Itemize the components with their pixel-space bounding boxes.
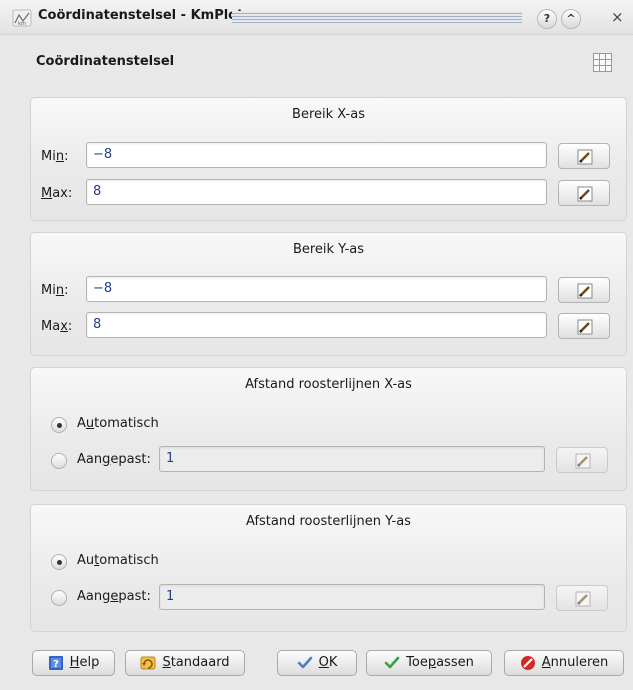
svg-text:?: ? [53, 659, 59, 670]
y-min-input[interactable]: −8 [86, 276, 547, 302]
y-max-edit-button[interactable] [558, 313, 610, 339]
grid-icon [593, 53, 612, 72]
x-grid-group: Afstand roosterlijnen X-as Automatisch A… [30, 367, 627, 491]
shade-icon[interactable]: ^ [561, 9, 581, 29]
x-grid-custom-label[interactable]: Aangepast: [77, 452, 151, 467]
y-max-input[interactable]: 8 [86, 312, 547, 338]
y-grid-automatic-radio[interactable] [51, 554, 67, 570]
svg-text:km: km [18, 21, 26, 27]
y-grid-edit-button[interactable] [556, 585, 608, 611]
x-grid-automatic-label[interactable]: Automatisch [77, 416, 159, 431]
y-range-group: Bereik Y-as Min: −8 Max: 8 [30, 232, 627, 356]
cancel-icon [520, 655, 535, 670]
x-range-group: Bereik X-as Min: −8 Max: 8 [30, 97, 627, 221]
window-titlebar[interactable]: km Coördinatenstelsel - KmPlot ? ^ × [0, 0, 633, 35]
x-grid-custom-radio[interactable] [51, 453, 67, 469]
x-max-input[interactable]: 8 [86, 179, 547, 205]
checkmark-icon [297, 656, 312, 668]
help-book-icon: ? [48, 655, 63, 670]
checkmark-icon [384, 656, 400, 668]
reset-icon [140, 656, 156, 669]
y-grid-group: Afstand roosterlijnen Y-as Automatisch A… [30, 504, 627, 632]
window-title: Coördinatenstelsel - KmPlot [38, 8, 244, 23]
y-grid-custom-input[interactable]: 1 [159, 584, 545, 610]
x-min-label: Min: [41, 149, 69, 164]
x-min-input[interactable]: −8 [86, 142, 547, 168]
titlebar-decoration [232, 11, 522, 23]
help-icon[interactable]: ? [537, 9, 557, 29]
pencil-icon [577, 319, 593, 335]
y-grid-automatic-label[interactable]: Automatisch [77, 553, 159, 568]
x-grid-edit-button[interactable] [556, 447, 608, 473]
pencil-icon [575, 453, 591, 469]
cancel-button[interactable]: Annuleren [504, 650, 624, 676]
window-app-icon[interactable]: km [12, 9, 32, 27]
y-min-edit-button[interactable] [558, 277, 610, 303]
help-button[interactable]: ? Help [32, 650, 115, 676]
pencil-icon [575, 591, 591, 607]
y-min-label: Min: [41, 283, 69, 298]
x-grid-automatic-radio[interactable] [51, 417, 67, 433]
x-max-label: Max: [41, 186, 73, 201]
group-title: Afstand roosterlijnen Y-as [246, 514, 411, 529]
y-grid-custom-radio[interactable] [51, 590, 67, 606]
apply-button[interactable]: Toepassen [366, 650, 492, 676]
x-max-edit-button[interactable] [558, 180, 610, 206]
page-title: Coördinatenstelsel [36, 54, 175, 69]
x-min-edit-button[interactable] [558, 143, 610, 169]
y-max-label: Max: [41, 319, 73, 334]
y-grid-custom-label[interactable]: Aangepast: [77, 589, 151, 604]
defaults-button[interactable]: Standaard [125, 650, 245, 676]
pencil-icon [577, 149, 593, 165]
group-title: Bereik X-as [292, 107, 365, 122]
pencil-icon [577, 186, 593, 202]
x-grid-custom-input[interactable]: 1 [159, 446, 545, 472]
ok-button[interactable]: OK [277, 650, 357, 676]
pencil-icon [577, 283, 593, 299]
group-title: Afstand roosterlijnen X-as [245, 377, 412, 392]
group-title: Bereik Y-as [292, 242, 365, 257]
close-icon[interactable]: × [611, 8, 624, 26]
